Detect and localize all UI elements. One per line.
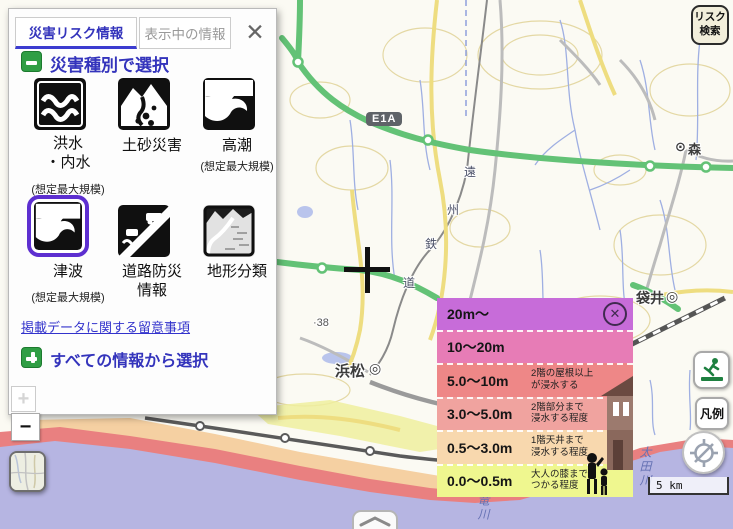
- expressway-shield: E1A: [366, 112, 402, 126]
- town-label-mori: 森: [688, 139, 701, 158]
- legend-range: 20m〜: [447, 304, 489, 324]
- zoom-in-label: +: [18, 388, 30, 411]
- tab-disaster-risk-info[interactable]: 災害リスク情報: [15, 17, 137, 49]
- legend-button[interactable]: 凡例: [695, 397, 729, 430]
- zoom-out-label: −: [20, 416, 32, 439]
- drawer-toggle-button[interactable]: [352, 510, 398, 529]
- city-label-hamamatsu: 浜松: [335, 360, 365, 381]
- minimap-button[interactable]: [9, 451, 46, 492]
- disaster-type-flood[interactable]: [34, 78, 86, 130]
- spot-elevation: ·38: [313, 317, 329, 329]
- flood-icon: [34, 78, 86, 130]
- tab-label: 災害リスク情報: [29, 22, 124, 42]
- town-symbol-mori: ⊙: [675, 139, 686, 155]
- disaster-type-storm-surge[interactable]: [203, 78, 255, 130]
- railway-label-char: 道: [403, 274, 415, 291]
- disaster-risk-panel: 災害リスク情報 表示中の情報 ✕ 災害種別で選択 洪水 ・内水 土砂災害 高潮 …: [8, 8, 277, 415]
- hazard-map-app: E1A ⊙ 森 袋井 ◎ 浜松 ◎ ·38 遠 州 鉄 道 太田川 竜川 災害リ…: [0, 0, 733, 529]
- legend-row: 10〜20m: [437, 330, 633, 364]
- evacuation-site-button[interactable]: [693, 351, 730, 389]
- tsunami-icon: [34, 202, 82, 250]
- map-center-crosshair: [344, 267, 390, 272]
- section-title-select-all[interactable]: すべての情報から選択: [50, 347, 208, 371]
- legend-row: 20m〜 ✕: [437, 298, 633, 330]
- house-depth-illustration: [583, 362, 633, 497]
- city-symbol-fukuroi: ◎: [666, 288, 678, 305]
- zoom-out-button[interactable]: −: [11, 413, 40, 441]
- chevron-up-icon: [358, 515, 392, 527]
- risk-search-button[interactable]: リスク 検索: [691, 5, 729, 45]
- road-disaster-icon: [118, 205, 170, 257]
- disaster-type-label: 地形分類: [187, 263, 287, 282]
- legend-range: 0.5〜3.0m: [447, 438, 512, 458]
- railway-label-char: 州: [447, 201, 459, 218]
- legend-desc: 2階部分まで 浸水する程度: [531, 402, 588, 426]
- legend-range: 5.0〜10m: [447, 371, 508, 391]
- gps-locate-button[interactable]: [682, 431, 725, 474]
- legend-close-icon[interactable]: ✕: [603, 302, 627, 326]
- legend-desc: 1階天井まで 浸水する程度: [531, 435, 588, 459]
- storm-surge-icon: [203, 78, 255, 130]
- disaster-type-note: (想定最大規模): [14, 289, 122, 305]
- railway-label-char: 遠: [464, 163, 476, 180]
- disaster-type-landslide[interactable]: [118, 78, 170, 130]
- landform-icon: [203, 205, 255, 257]
- landslide-icon: [118, 78, 170, 130]
- legend-range: 0.0〜0.5m: [447, 471, 512, 491]
- tab-displayed-info[interactable]: 表示中の情報: [139, 17, 231, 49]
- scale-bar: 5 km: [648, 477, 729, 495]
- evacuation-runner-icon: [698, 356, 726, 384]
- city-symbol-hamamatsu: ◎: [369, 360, 381, 377]
- scale-label: 5 km: [656, 479, 683, 492]
- disaster-type-landform[interactable]: [203, 205, 255, 257]
- section-title-select-by-type: 災害種別で選択: [50, 51, 169, 76]
- zoom-in-button[interactable]: +: [11, 386, 36, 412]
- collapse-minus-icon[interactable]: [21, 51, 42, 72]
- gps-disabled-icon: [689, 438, 719, 468]
- minimap-thumbnail: [11, 453, 44, 490]
- disaster-type-note: (想定最大規模): [183, 158, 291, 174]
- legend-button-label: 凡例: [700, 405, 724, 422]
- data-notes-link[interactable]: 掲載データに関する留意事項: [21, 317, 190, 336]
- legend-desc: 大人の膝まで つかる程度: [531, 469, 588, 493]
- legend-range: 3.0〜5.0m: [447, 404, 512, 424]
- close-icon[interactable]: ✕: [242, 19, 268, 45]
- disaster-type-road-info[interactable]: [118, 205, 170, 257]
- tab-label: 表示中の情報: [145, 23, 226, 43]
- railway-label-char: 鉄: [425, 235, 437, 252]
- river-label-tenryu: 竜川: [475, 494, 492, 522]
- pond: [297, 206, 313, 218]
- legend-range: 10〜20m: [447, 337, 505, 357]
- risk-search-label: リスク 検索: [694, 11, 726, 38]
- disaster-type-tsunami-selected[interactable]: [27, 195, 89, 257]
- city-label-fukuroi: 袋井: [636, 288, 664, 308]
- expand-plus-icon[interactable]: [21, 347, 42, 368]
- disaster-type-label: 高潮: [187, 137, 287, 156]
